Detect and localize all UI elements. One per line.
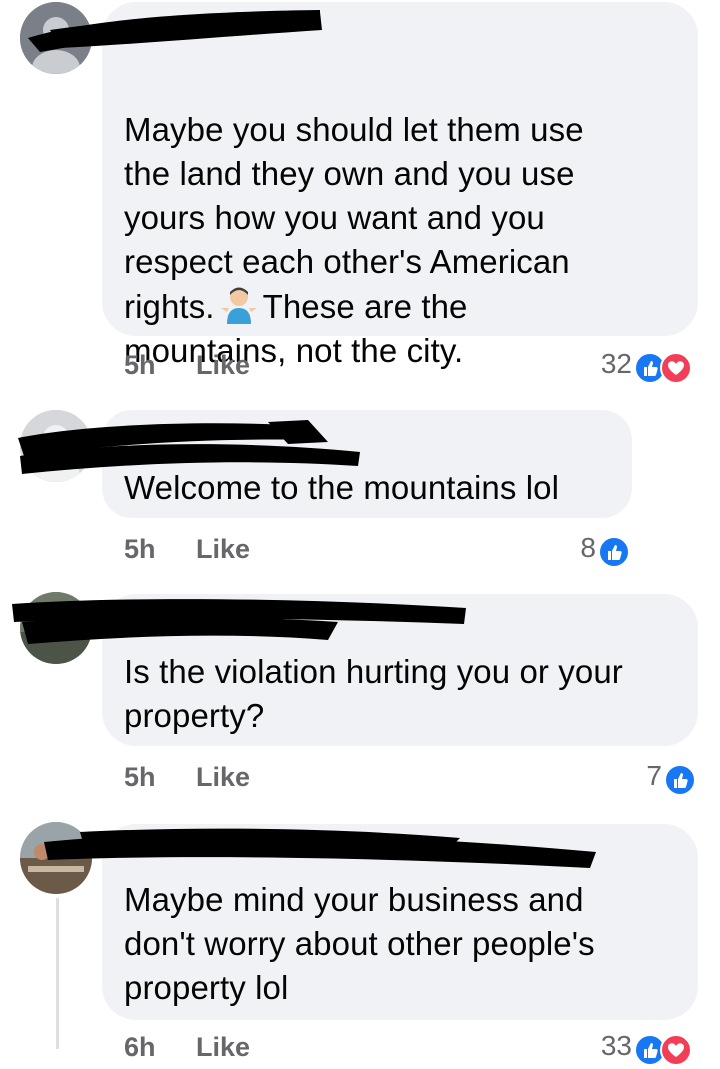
like-button[interactable]: Like [196, 1032, 250, 1063]
love-icon [660, 1034, 692, 1066]
thread-line [56, 898, 59, 1049]
person-shrugging-emoji [219, 284, 259, 324]
timestamp: 6h [124, 1032, 156, 1062]
comment-bubble: Maybe mind your business and don't worry… [102, 824, 698, 1020]
reaction-summary[interactable]: 7 [606, 760, 702, 796]
reaction-summary[interactable]: 33 [560, 1030, 700, 1066]
avatar[interactable] [20, 822, 92, 894]
comment-text: Welcome to the mountains lol [124, 469, 560, 506]
like-button[interactable]: Like [196, 534, 250, 565]
timestamp: 5h [124, 534, 156, 564]
comment-bubble: Maybe you should let them use the land t… [102, 2, 698, 369]
like-icon [664, 764, 696, 796]
reaction-summary[interactable]: 8 [540, 532, 636, 568]
reaction-summary[interactable]: 32 [560, 348, 700, 384]
like-button[interactable]: Like [196, 350, 250, 381]
like-icon [598, 536, 630, 568]
comment-text: Maybe you should let them use the land t… [124, 111, 584, 369]
comment-bubble: Welcome to the mountains lol [102, 410, 632, 518]
comment-bubble: Is the violation hurting you or your pro… [102, 594, 698, 746]
love-icon [660, 352, 692, 384]
avatar[interactable] [20, 2, 92, 74]
avatar[interactable] [20, 410, 92, 482]
reaction-count: 7 [646, 760, 662, 791]
reaction-count: 33 [600, 1030, 632, 1061]
timestamp: 5h [124, 762, 156, 792]
timestamp: 5h [124, 350, 156, 380]
reaction-count: 8 [580, 532, 596, 563]
comment-text: Is the violation hurting you or your pro… [124, 653, 623, 734]
comment-text: Maybe mind your business and don't worry… [124, 881, 595, 1006]
reaction-count: 32 [600, 348, 632, 379]
like-button[interactable]: Like [196, 762, 250, 793]
avatar[interactable] [20, 592, 92, 664]
